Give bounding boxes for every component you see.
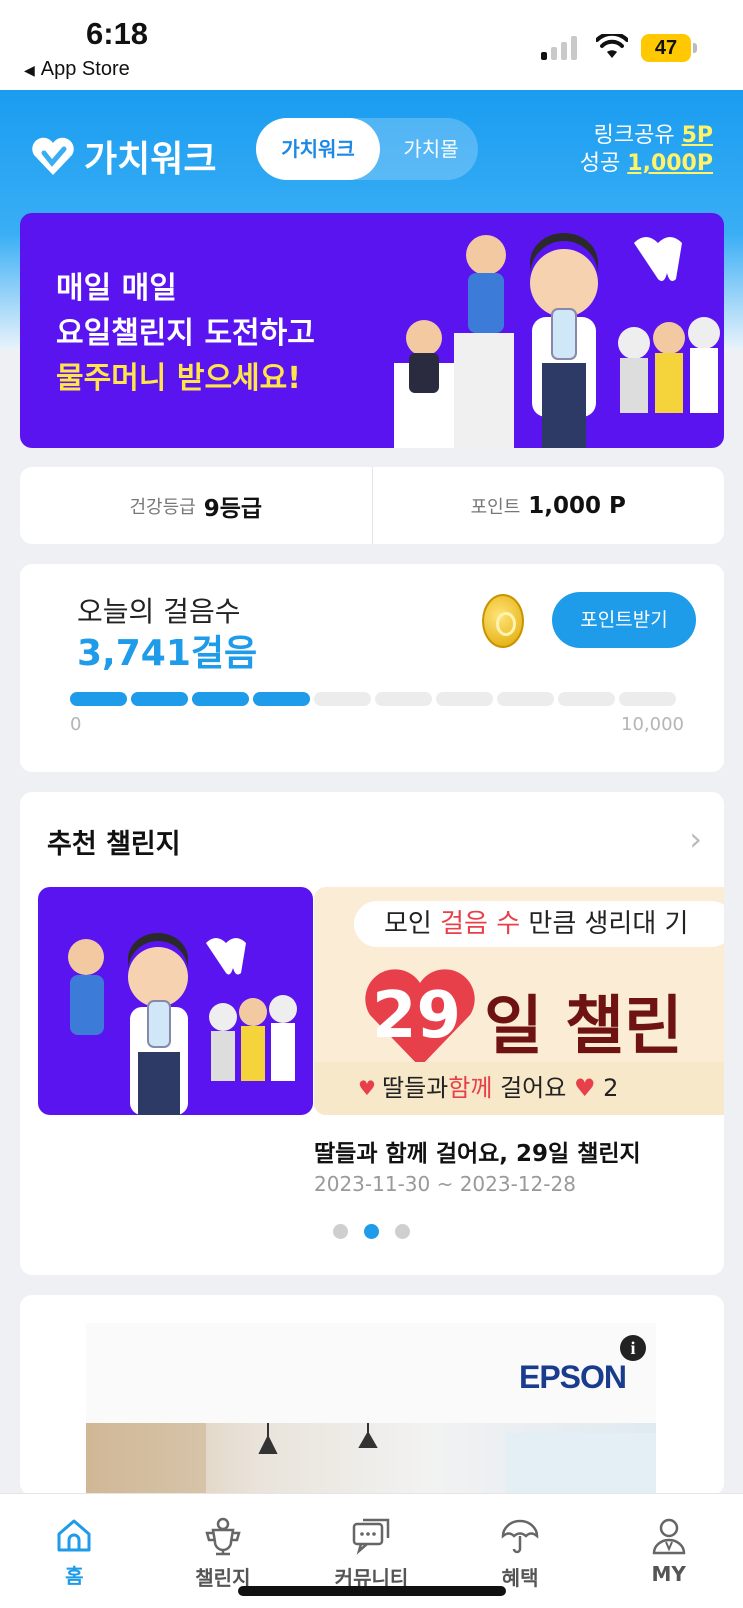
ad-creative[interactable]: i EPSON bbox=[86, 1323, 656, 1495]
progress-segment bbox=[497, 692, 554, 706]
health-grade-value: 9등급 bbox=[203, 495, 263, 522]
coin-icon bbox=[482, 594, 524, 648]
umbrella-icon bbox=[501, 1519, 539, 1554]
chevron-right-icon[interactable]: › bbox=[689, 820, 702, 858]
carousel-dot[interactable] bbox=[364, 1224, 379, 1239]
promo-line2-label: 성공 bbox=[579, 151, 621, 176]
slide-big-number: 29 bbox=[372, 979, 462, 1053]
battery-tip bbox=[693, 43, 697, 53]
hero-line1: 매일 매일 bbox=[56, 271, 177, 306]
tab-gachimall[interactable]: 가치몰 bbox=[388, 118, 474, 180]
wifi-icon bbox=[596, 34, 628, 58]
challenge-slide-previous[interactable] bbox=[38, 887, 313, 1115]
carousel-dot[interactable] bbox=[333, 1224, 348, 1239]
promo-line2-value: 1,000P bbox=[627, 151, 713, 176]
person-icon bbox=[652, 1518, 685, 1555]
lamp-icon bbox=[86, 1423, 656, 1495]
progress-segment bbox=[70, 692, 127, 706]
small-heart-icon: ♥ bbox=[573, 1074, 596, 1102]
slide-bottom-tail: 2 bbox=[603, 1074, 619, 1102]
heart-logo-icon bbox=[32, 137, 74, 175]
tab-gachiwalk[interactable]: 가치워크 bbox=[256, 118, 380, 180]
status-time: 6:18 bbox=[86, 16, 149, 51]
chat-icon bbox=[353, 1518, 390, 1555]
progress-segment bbox=[314, 692, 371, 706]
nav-my-label: MY bbox=[651, 1562, 686, 1586]
health-grade-card: 건강등급 9등급 포인트 1,000 P bbox=[20, 467, 724, 544]
nav-home[interactable]: 홈 bbox=[0, 1494, 149, 1608]
progress-min-label: 0 bbox=[70, 714, 82, 735]
challenge-title[interactable]: 딸들과 함께 걸어요, 29일 챌린지 bbox=[314, 1134, 641, 1168]
point-label: 포인트 bbox=[470, 496, 521, 518]
progress-segment bbox=[192, 692, 249, 706]
slide-headline-highlight: 걸음 수 bbox=[440, 909, 521, 939]
home-indicator bbox=[238, 1586, 506, 1596]
recommended-challenges-card: 추천 챌린지 › 모인 걸음 수 만큼 생리대 기 29 일 챌린 ♥ 딸들과함… bbox=[20, 792, 724, 1275]
today-steps-card: 오늘의 걸음수 3,741걸음 포인트받기 0 10,000 bbox=[20, 564, 724, 772]
home-icon bbox=[57, 1519, 91, 1552]
slide-headline-prefix: 모인 bbox=[384, 909, 432, 939]
steps-progress-bar bbox=[70, 692, 676, 706]
cellular-signal-icon bbox=[541, 36, 581, 60]
progress-segment bbox=[253, 692, 310, 706]
trophy-icon bbox=[205, 1517, 241, 1556]
slide-bottom-suffix: 걸어요 bbox=[500, 1074, 567, 1102]
progress-segment bbox=[558, 692, 615, 706]
nav-home-label: 홈 bbox=[65, 1564, 84, 1588]
slide-bottom-highlight: 함께 bbox=[448, 1074, 493, 1102]
ad-info-icon[interactable]: i bbox=[620, 1335, 646, 1361]
small-heart-icon: ♥ bbox=[358, 1076, 376, 1100]
progress-segment bbox=[375, 692, 432, 706]
challenge-date: 2023-11-30 ~ 2023-12-28 bbox=[314, 1172, 576, 1196]
slide-headline: 모인 걸음 수 만큼 생리대 기 bbox=[354, 901, 724, 947]
progress-segment bbox=[436, 692, 493, 706]
nav-my[interactable]: MY bbox=[594, 1494, 743, 1608]
progress-segment bbox=[619, 692, 676, 706]
slide-bottom-strip: ♥ 딸들과함께 걸어요 ♥ 2 bbox=[314, 1062, 724, 1115]
slide-big-text: 일 챌린 bbox=[484, 990, 683, 1064]
point-balance[interactable]: 포인트 1,000 P bbox=[373, 467, 725, 544]
ad-card[interactable]: i EPSON bbox=[20, 1295, 724, 1495]
ad-brand-logo: EPSON bbox=[518, 1359, 627, 1395]
progress-max-label: 10,000 bbox=[621, 714, 684, 735]
ad-photo bbox=[86, 1423, 656, 1495]
section-title: 추천 챌린지 bbox=[47, 829, 181, 860]
app-logo[interactable]: 가치워크 bbox=[30, 130, 216, 182]
challenge-illustration bbox=[68, 933, 297, 1115]
status-bar: 6:18 ◀ App Store 47 bbox=[0, 0, 743, 90]
point-value: 1,000 P bbox=[528, 492, 626, 519]
steps-value: 3,741걸음 bbox=[77, 633, 258, 674]
logo-text: 가치워크 bbox=[84, 139, 217, 180]
health-grade[interactable]: 건강등급 9등급 bbox=[20, 467, 372, 544]
slide-bottom-prefix: 딸들과 bbox=[382, 1074, 449, 1102]
promo-line1-label: 링크공유 bbox=[593, 123, 675, 148]
back-triangle-icon: ◀ bbox=[24, 62, 35, 78]
carousel-dot[interactable] bbox=[395, 1224, 410, 1239]
hero-line3: 물주머니 받으세요! bbox=[56, 361, 301, 396]
hero-illustration bbox=[394, 233, 720, 448]
back-to-app-store[interactable]: ◀ App Store bbox=[24, 58, 130, 81]
back-label: App Store bbox=[40, 58, 130, 80]
carousel-dots bbox=[333, 1224, 410, 1239]
battery-icon: 47 bbox=[641, 34, 691, 62]
health-grade-label: 건강등급 bbox=[129, 496, 196, 518]
hero-line2: 요일챌린지 도전하고 bbox=[56, 316, 315, 351]
get-points-button[interactable]: 포인트받기 bbox=[552, 592, 696, 648]
nav-benefits-label: 혜택 bbox=[501, 1566, 539, 1590]
promo-line1-value: 5P bbox=[681, 123, 713, 148]
hero-banner[interactable]: 매일 매일 요일챌린지 도전하고 물주머니 받으세요! bbox=[20, 213, 724, 448]
challenge-slide-active[interactable]: 모인 걸음 수 만큼 생리대 기 29 일 챌린 ♥ 딸들과함께 걸어요 ♥ 2 bbox=[314, 887, 724, 1115]
progress-segment bbox=[131, 692, 188, 706]
link-share-promo[interactable]: 링크공유 5P 성공 1,000P bbox=[580, 122, 713, 178]
service-tabs: 가치워크 가치몰 bbox=[256, 118, 478, 180]
slide-headline-suffix: 만큼 생리대 기 bbox=[528, 909, 689, 939]
